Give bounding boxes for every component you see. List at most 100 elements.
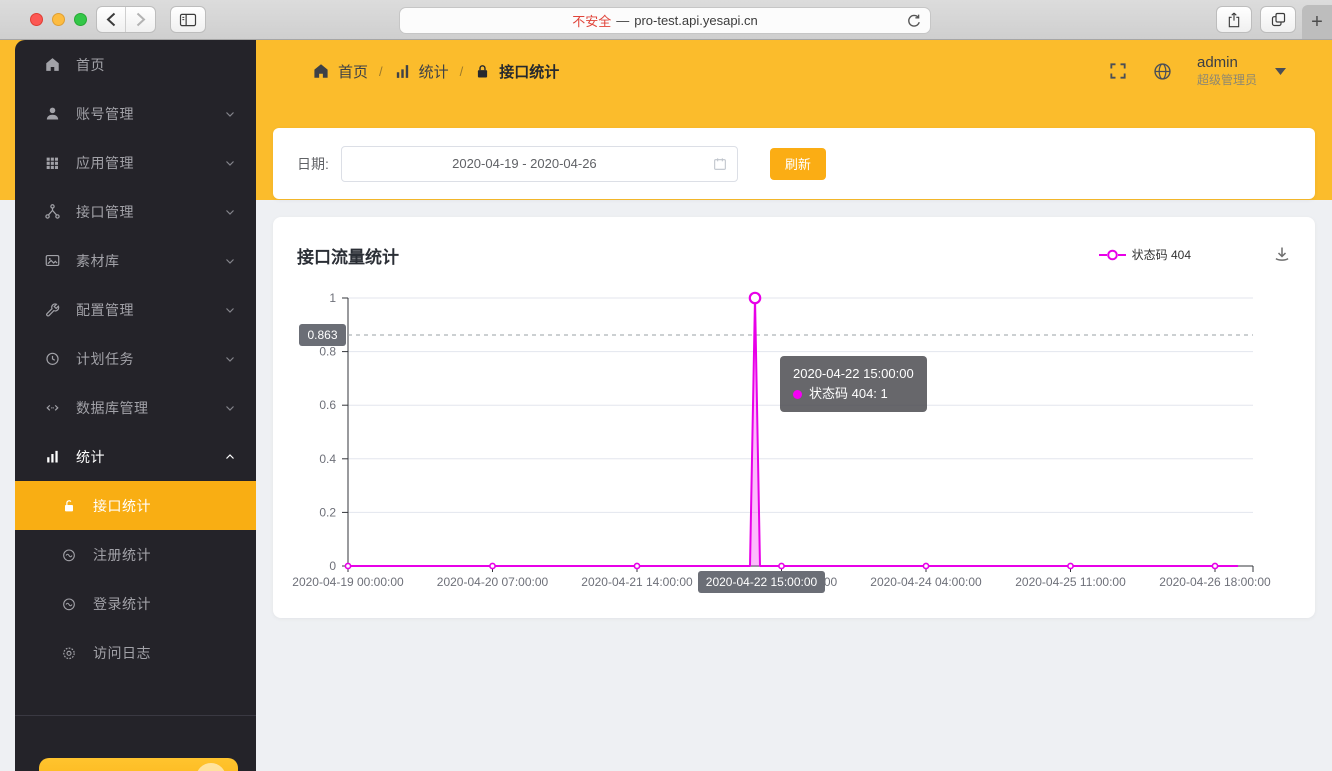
share-nodes-icon bbox=[43, 203, 61, 221]
sidebar-subitem-api-stats[interactable]: 接口统计 bbox=[15, 481, 256, 530]
zoom-button[interactable] bbox=[74, 13, 87, 26]
breadcrumb-home[interactable]: 首页 bbox=[312, 61, 368, 82]
code-icon bbox=[43, 399, 61, 417]
svg-text:0.2: 0.2 bbox=[319, 505, 336, 519]
username: admin bbox=[1196, 54, 1238, 72]
reload-icon bbox=[908, 14, 920, 27]
chevron-down-icon bbox=[224, 255, 236, 267]
sidebar-subitem-access-log[interactable]: 访问日志 bbox=[15, 628, 256, 677]
user-menu[interactable]: admin 超级管理员 bbox=[1197, 54, 1257, 88]
sidebar-item-config[interactable]: 配置管理 bbox=[15, 285, 256, 334]
user-icon bbox=[43, 105, 61, 123]
forward-button[interactable] bbox=[126, 7, 155, 32]
traffic-chart-card: 接口流量统计 状态码 404 1 0.8 0.6 0.4 0.2 0 2020-… bbox=[273, 217, 1315, 618]
sidebar-icon bbox=[179, 13, 197, 26]
tabs-button[interactable] bbox=[1260, 6, 1296, 33]
address-bar[interactable]: 不安全 — pro-test.api.yesapi.cn bbox=[399, 7, 931, 34]
chevron-down-icon bbox=[224, 353, 236, 365]
sidebar-toggle-button[interactable] bbox=[170, 6, 206, 33]
clock-icon bbox=[43, 350, 61, 368]
line-chart-icon bbox=[60, 595, 78, 613]
home-icon bbox=[314, 64, 328, 78]
svg-text:0.6: 0.6 bbox=[319, 398, 336, 412]
share-icon bbox=[1228, 12, 1240, 27]
svg-text:0.8: 0.8 bbox=[319, 345, 336, 359]
sidebar: 首页 账号管理 应用管理 接口管理 素材库 配置管理 计划任务 数据库管理 统计… bbox=[15, 40, 256, 771]
chevron-right-icon bbox=[136, 12, 146, 27]
svg-text:2020-04-26 18:00:00: 2020-04-26 18:00:00 bbox=[1159, 575, 1271, 589]
lock-icon bbox=[478, 64, 488, 78]
sidebar-divider bbox=[15, 715, 256, 716]
svg-text:2020-04-20 07:00:00: 2020-04-20 07:00:00 bbox=[437, 575, 549, 589]
reload-button[interactable] bbox=[906, 13, 922, 29]
sidebar-item-database[interactable]: 数据库管理 bbox=[15, 383, 256, 432]
history-nav-group bbox=[96, 6, 156, 33]
filter-panel: 日期: 刷新 bbox=[273, 128, 1315, 199]
sidebar-item-materials[interactable]: 素材库 bbox=[15, 236, 256, 285]
breadcrumb-current: 接口统计 bbox=[474, 61, 559, 82]
sidebar-item-cron[interactable]: 计划任务 bbox=[15, 334, 256, 383]
close-button[interactable] bbox=[30, 13, 43, 26]
grid-lines bbox=[348, 297, 1253, 513]
sidebar-subitem-login-stats[interactable]: 登录统计 bbox=[15, 579, 256, 628]
svg-text:2020-04-21 14:00:00: 2020-04-21 14:00:00 bbox=[581, 575, 693, 589]
line-chart: 1 0.8 0.6 0.4 0.2 0 2020-04-19 00:00:00 … bbox=[292, 291, 1271, 593]
globe-icon[interactable] bbox=[1152, 61, 1173, 82]
chevron-down-icon bbox=[224, 157, 236, 169]
share-button[interactable] bbox=[1216, 6, 1252, 33]
sidebar-item-home[interactable]: 首页 bbox=[15, 40, 256, 89]
new-tab-button[interactable]: + bbox=[1302, 5, 1332, 39]
window-controls bbox=[30, 13, 87, 26]
badge-icon bbox=[60, 644, 78, 662]
browser-toolbar: 不安全 — pro-test.api.yesapi.cn + bbox=[0, 0, 1332, 40]
bar-chart-icon bbox=[43, 448, 61, 466]
chevron-down-icon bbox=[224, 402, 236, 414]
home-icon bbox=[43, 56, 61, 74]
fullscreen-icon[interactable] bbox=[1108, 61, 1128, 81]
grid-icon bbox=[43, 154, 61, 172]
series-line bbox=[348, 297, 1238, 567]
axis-pointer-y-label: 0.863 bbox=[299, 324, 346, 346]
back-button[interactable] bbox=[97, 7, 126, 32]
sidebar-item-stats[interactable]: 统计 bbox=[15, 432, 256, 481]
minimize-button[interactable] bbox=[52, 13, 65, 26]
date-range-field bbox=[340, 145, 738, 182]
refresh-button[interactable]: 刷新 bbox=[769, 147, 826, 180]
sidebar-item-apps[interactable]: 应用管理 bbox=[15, 138, 256, 187]
user-role: 超级管理员 bbox=[1196, 72, 1257, 87]
svg-text:2020-04-19 00:00:00: 2020-04-19 00:00:00 bbox=[292, 575, 404, 589]
svg-text:0.863: 0.863 bbox=[307, 328, 337, 342]
chevron-down-icon bbox=[224, 304, 236, 316]
lock-open-icon bbox=[60, 497, 78, 515]
security-warning-label: 不安全 bbox=[572, 14, 612, 29]
url-host: pro-test.api.yesapi.cn bbox=[634, 13, 758, 28]
svg-text:2020-04-24 04:00:00: 2020-04-24 04:00:00 bbox=[870, 575, 982, 589]
peak-marker[interactable] bbox=[748, 291, 762, 305]
breadcrumb-stats[interactable]: 统计 bbox=[394, 61, 449, 82]
svg-text:0.4: 0.4 bbox=[319, 452, 336, 466]
chevron-down-icon bbox=[224, 108, 236, 120]
axis-pointer-x-label: 2020-04-22 15:00:00 bbox=[698, 571, 825, 593]
breadcrumb: 首页 / 统计 / 接口统计 bbox=[312, 40, 559, 102]
bar-chart-icon bbox=[396, 64, 408, 78]
axes bbox=[342, 297, 1254, 572]
chevron-down-icon bbox=[224, 206, 236, 218]
svg-text:2020-04-22 15:00:00: 2020-04-22 15:00:00 bbox=[706, 575, 818, 589]
line-chart-icon bbox=[60, 546, 78, 564]
svg-text:1: 1 bbox=[329, 291, 336, 305]
image-icon bbox=[43, 252, 61, 270]
sidebar-item-apis[interactable]: 接口管理 bbox=[15, 187, 256, 236]
sidebar-subitem-register-stats[interactable]: 注册统计 bbox=[15, 530, 256, 579]
chevron-left-icon bbox=[106, 12, 115, 27]
date-range-input[interactable] bbox=[340, 145, 738, 182]
sidebar-bottom-button[interactable] bbox=[39, 758, 238, 771]
svg-text:0: 0 bbox=[329, 559, 336, 573]
sidebar-item-accounts[interactable]: 账号管理 bbox=[15, 89, 256, 138]
svg-text:2020-04-25 11:00:00: 2020-04-25 11:00:00 bbox=[1015, 575, 1126, 589]
calendar-icon bbox=[714, 157, 726, 170]
chevron-up-icon bbox=[224, 451, 236, 463]
header-actions: admin 超级管理员 bbox=[1108, 46, 1286, 96]
wrench-icon bbox=[43, 301, 61, 319]
tabs-icon bbox=[1271, 12, 1285, 27]
button-highlight bbox=[196, 763, 226, 771]
